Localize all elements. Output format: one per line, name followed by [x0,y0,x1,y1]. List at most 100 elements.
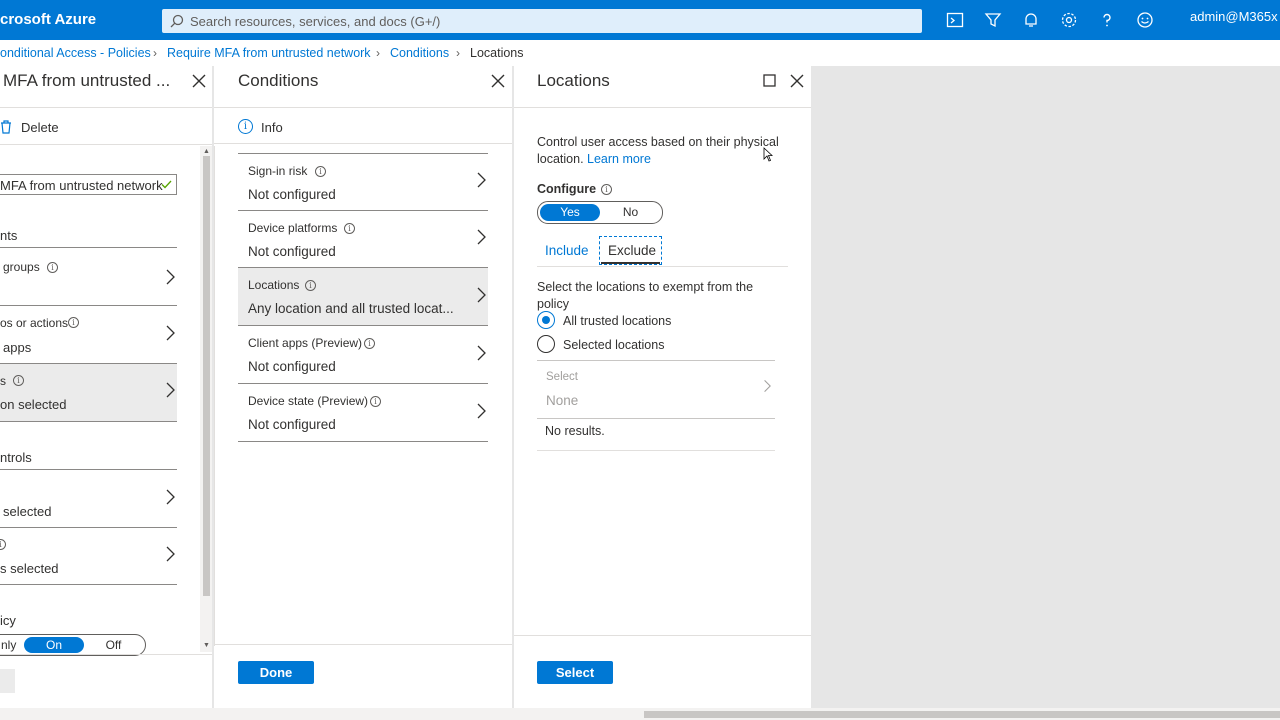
maximize-icon[interactable] [763,74,776,87]
close-icon[interactable] [790,74,804,88]
active-tab-underline [601,262,660,264]
divider [0,421,177,422]
session-value: s selected [0,561,59,576]
no-results-text: No results. [545,424,605,438]
learn-more-link[interactable]: Learn more [587,152,651,166]
condition-row-locations[interactable]: Locations i Any location and all trusted… [238,268,488,325]
radio-button[interactable] [537,335,555,353]
grant-row[interactable]: selected [0,470,177,527]
settings-icon[interactable] [1060,11,1078,29]
policy-name-value: MFA from untrusted network [0,178,163,193]
divider [214,644,512,645]
policy-name-field[interactable]: MFA from untrusted network [0,174,177,195]
search-placeholder: Search resources, services, and docs (G+… [190,14,441,29]
enable-policy-label: icy [0,613,16,628]
breadcrumb-policies[interactable]: onditional Access - Policies [0,46,151,60]
exclude-prompt: Select the locations to exempt from the [537,280,754,294]
on-option[interactable]: On [24,637,84,653]
close-icon[interactable] [192,74,206,88]
select-button[interactable]: Select [537,661,613,684]
condition-row-client-apps[interactable]: Client apps (Preview) i Not configured [238,326,488,383]
breadcrumb-conditions[interactable]: Conditions [390,46,449,60]
condition-value: Not configured [248,187,336,202]
report-only-option[interactable]: nly [1,638,16,652]
configure-toggle[interactable]: Yes No [537,201,663,224]
radio-all-trusted-locations[interactable]: All trusted locations [537,311,737,331]
tab-exclude[interactable]: Exclude [599,236,662,265]
condition-row-device-platforms[interactable]: Device platforms i Not configured [238,211,488,268]
info-icon: i [68,317,79,328]
users-groups-label: groups [3,260,40,274]
azure-brand[interactable]: crosoft Azure [0,11,96,28]
directory-filter-icon[interactable] [984,11,1002,29]
close-icon[interactable] [491,74,505,88]
select-value: None [546,393,579,408]
chevron-right-icon [477,287,486,303]
blade-footer-button[interactable] [0,669,15,693]
configure-yes-option[interactable]: Yes [540,204,600,221]
info-icon: i [344,223,355,234]
select-label: Select [546,371,578,383]
cloud-apps-row[interactable]: os or actions i apps [0,306,177,363]
policy-blade: MFA from untrusted ... Delete MFA from u… [0,66,212,708]
feedback-icon[interactable] [1136,11,1154,29]
locations-description-line2: location. [537,152,584,166]
condition-row-device-state[interactable]: Device state (Preview) i Not configured [238,384,488,441]
locations-blade: Locations Control user access based on t… [514,66,811,708]
vertical-scrollbar[interactable] [214,146,215,646]
conditions-row[interactable]: s i on selected [0,364,177,421]
chevron-right-icon [166,546,175,562]
delete-button[interactable]: Delete [0,118,70,138]
info-icon: i [13,375,24,386]
off-option[interactable]: Off [96,638,131,652]
divider [0,107,212,108]
cloud-apps-value: apps [3,340,32,355]
chevron-right-icon [166,382,175,398]
tab-include[interactable]: Include [545,243,589,258]
help-icon[interactable] [1098,11,1116,29]
scrollbar-thumb[interactable] [203,156,210,596]
account-name[interactable]: admin@M365x [1190,9,1278,24]
assignments-heading: nts [0,228,18,243]
condition-label: Device state (Preview) [248,394,369,408]
notifications-icon[interactable] [1022,11,1040,29]
global-search-box[interactable]: Search resources, services, and docs (G+… [162,9,922,33]
info-icon: i [601,184,612,195]
session-row[interactable]: i s selected [0,528,177,585]
radio-selected-locations[interactable]: Selected locations [537,335,737,355]
info-icon: i [370,396,381,407]
horizontal-scrollbar[interactable] [0,708,1280,720]
chevron-right-icon [477,229,486,245]
condition-value: Not configured [248,359,336,374]
info-icon: i [364,338,375,349]
scroll-down-icon[interactable]: ▼ [203,642,210,649]
divider [0,654,212,655]
radio-label: Selected locations [563,338,665,352]
scrollbar-thumb[interactable] [644,711,1280,718]
enable-policy-toggle[interactable]: nly On Off [0,634,146,656]
grant-value: selected [3,504,52,519]
delete-label: Delete [21,120,59,135]
info-button[interactable]: i Info [238,118,298,138]
radio-button[interactable] [537,311,555,329]
users-groups-row[interactable]: groups i [0,248,177,305]
breadcrumb-current: Locations [470,46,524,60]
vertical-scrollbar[interactable]: ▲ ▼ [200,146,212,652]
condition-label: Device platforms [248,221,338,235]
info-icon: i [238,119,253,134]
configure-no-option[interactable]: No [608,204,653,221]
done-button[interactable]: Done [238,661,314,684]
radio-label: All trusted locations [563,314,672,328]
locations-description: Control user access based on their physi… [537,135,779,149]
cloud-shell-icon[interactable] [946,11,964,29]
scroll-up-icon[interactable]: ▲ [203,148,210,155]
breadcrumb-separator: › [153,46,157,60]
divider [0,144,212,145]
check-icon [161,180,172,189]
mouse-cursor-icon [763,147,773,162]
breadcrumb: onditional Access - Policies › Require M… [0,40,1280,66]
divider [537,450,775,451]
condition-row-sign-in-risk[interactable]: Sign-in risk i Not configured [238,154,488,211]
breadcrumb-policy[interactable]: Require MFA from untrusted network [167,46,371,60]
info-icon: i [47,262,58,273]
